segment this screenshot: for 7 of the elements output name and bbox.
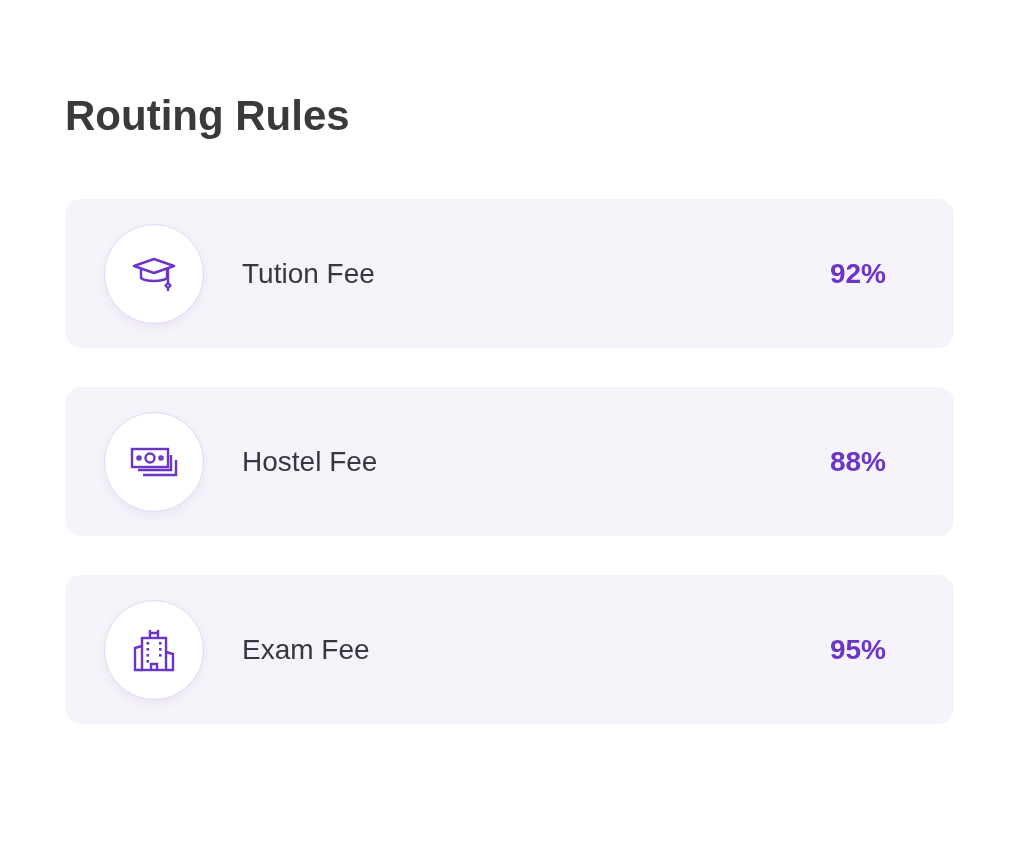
rule-name: Exam Fee	[242, 632, 371, 667]
rule-percentage: 92%	[829, 256, 886, 291]
page-title: Routing Rules	[65, 91, 350, 141]
rule-percentage: 95%	[829, 632, 886, 667]
rule-percentage: 88%	[829, 444, 886, 479]
rule-name: Tution Fee	[242, 256, 376, 291]
rule-name: Hostel Fee	[242, 444, 379, 479]
